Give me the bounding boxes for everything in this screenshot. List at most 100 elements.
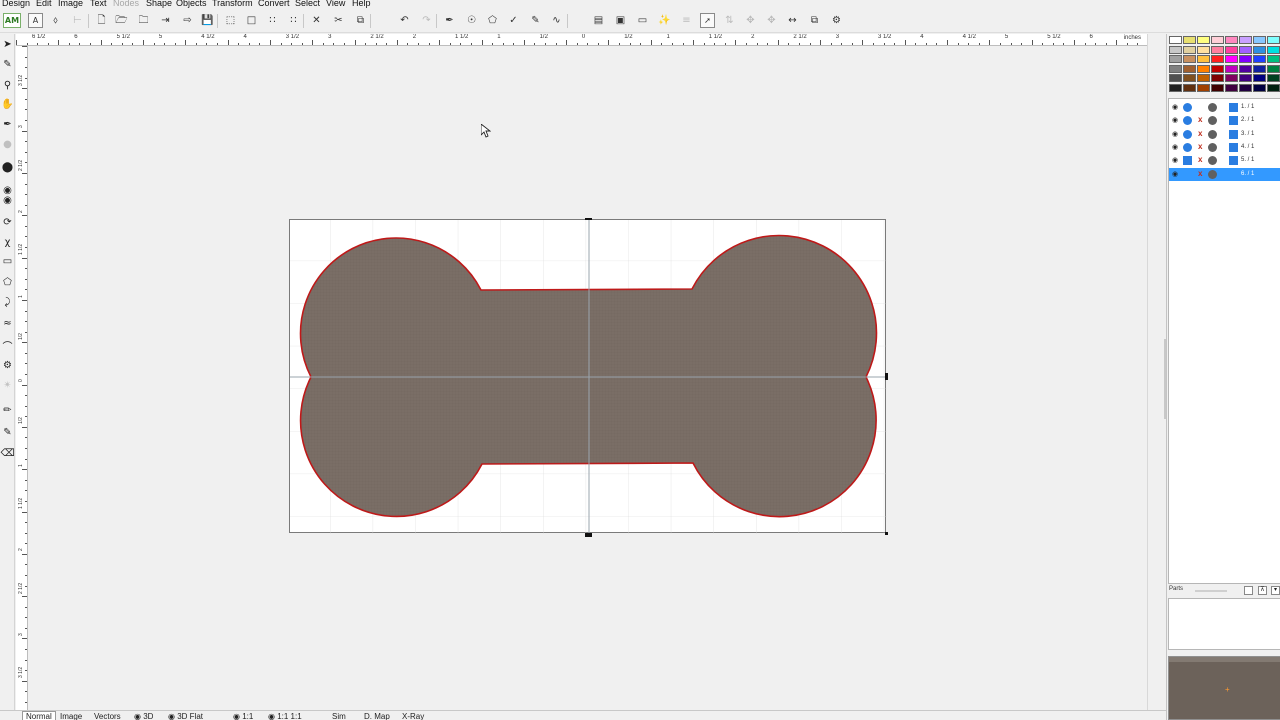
palette-swatch[interactable] <box>1225 74 1238 82</box>
copy-icon[interactable]: ⧉ <box>353 13 368 28</box>
palette-swatch[interactable] <box>1211 64 1224 73</box>
mirror-tool-icon[interactable]: χ <box>1 236 14 249</box>
layer-row[interactable]: ◉ 1. / 1 <box>1169 101 1280 114</box>
layer-row[interactable]: ◉ x 4. / 1 <box>1169 141 1280 154</box>
bezier-tool-icon[interactable]: ✒ <box>1 118 14 131</box>
design-canvas[interactable] <box>29 47 1147 710</box>
palette-swatch[interactable] <box>1225 45 1238 54</box>
paint-tool-icon[interactable]: ✎ <box>1 426 14 439</box>
rotate-tool-icon[interactable]: ⟳ <box>1 216 14 229</box>
vector-text-icon[interactable]: ⬨ <box>48 13 63 28</box>
palette-swatch[interactable] <box>1183 83 1196 92</box>
parts-slider[interactable] <box>1195 590 1227 592</box>
select-arrow-icon[interactable]: ➤ <box>1 38 14 51</box>
view-tab-1-1-1-1[interactable]: ◉ 1:1 1:1 <box>268 712 302 720</box>
zoom-tool-icon[interactable]: ⚲ <box>1 79 14 92</box>
palette-swatch[interactable] <box>1197 45 1210 54</box>
visibility-eye-icon[interactable]: ◉ <box>1172 116 1178 125</box>
fill-tool-icon[interactable]: ⬤ <box>1 161 14 174</box>
palette-swatch[interactable] <box>1169 36 1182 44</box>
palette-swatch[interactable] <box>1197 36 1210 44</box>
layer-settings-icon[interactable] <box>1208 116 1217 126</box>
edit-path-icon[interactable]: ✎ <box>528 13 543 28</box>
magic-wand-icon[interactable]: ✨ <box>657 13 672 28</box>
palette-swatch[interactable] <box>1197 83 1210 92</box>
palette-swatch[interactable] <box>1169 45 1182 54</box>
canvas-vertical-scrollbar[interactable] <box>1147 34 1166 710</box>
palette-swatch[interactable] <box>1183 36 1196 44</box>
palette-swatch[interactable] <box>1253 45 1266 54</box>
view-tab-d-map[interactable]: D. Map <box>364 712 390 720</box>
layer-color-chip[interactable] <box>1229 129 1238 139</box>
palette-swatch[interactable] <box>1253 36 1266 44</box>
rectangle-tool-icon[interactable]: ▭ <box>1 255 14 268</box>
visibility-eye-icon[interactable]: ◉ <box>1172 130 1178 139</box>
palette-swatch[interactable] <box>1267 74 1280 82</box>
zigzag-tool-icon[interactable]: ≈ <box>1 317 14 330</box>
page-icon[interactable]: ▭ <box>635 13 650 28</box>
pen-tool-icon[interactable]: ✒ <box>442 13 457 28</box>
layer-color-chip[interactable] <box>1229 142 1238 152</box>
menu-item-text[interactable]: Text <box>90 0 107 8</box>
palette-swatch[interactable] <box>1225 83 1238 92</box>
new-document-icon[interactable]: 🗋 <box>94 13 109 28</box>
node-edit-button[interactable]: ➚ <box>700 13 715 28</box>
curve-tool-icon[interactable]: ⤸ <box>1 296 14 309</box>
palette-swatch[interactable] <box>1183 74 1196 82</box>
exclude-icon[interactable]: x <box>1198 129 1202 138</box>
layer-color-chip[interactable] <box>1229 156 1238 166</box>
open-document-icon[interactable]: 🗁 <box>114 13 129 28</box>
menu-item-edit[interactable]: Edit <box>36 0 52 8</box>
layer-settings-icon[interactable] <box>1208 156 1217 166</box>
node-edit-tool-icon[interactable]: ✎ <box>1 58 14 71</box>
transform-select-icon[interactable]: ∷ <box>286 13 301 28</box>
cut-icon[interactable]: ✂ <box>331 13 346 28</box>
palette-swatch[interactable] <box>1211 74 1224 82</box>
palette-swatch[interactable] <box>1197 64 1210 73</box>
import-icon[interactable]: ⇥ <box>158 13 173 28</box>
palette-swatch[interactable] <box>1211 45 1224 54</box>
layer-row[interactable]: ◉ x 3. / 1 <box>1169 128 1280 141</box>
select-all-icon[interactable]: ⬚ <box>223 13 238 28</box>
dimension-icon[interactable]: ↔ <box>785 13 800 28</box>
settings-gear-icon[interactable]: ⚙ <box>829 13 844 28</box>
exclude-icon[interactable]: x <box>1198 115 1202 124</box>
palette-swatch[interactable] <box>1239 83 1252 92</box>
parts-checkbox[interactable] <box>1244 586 1253 595</box>
text-tool-button[interactable]: A <box>28 13 43 28</box>
visibility-eye-icon[interactable]: ◉ <box>1172 103 1178 112</box>
palette-swatch[interactable] <box>1183 64 1196 73</box>
layer-row[interactable]: ◉ x 5. / 1 <box>1169 154 1280 167</box>
layer-settings-icon[interactable] <box>1208 129 1217 139</box>
selection-handle-corner[interactable] <box>885 532 888 535</box>
fit-view-icon[interactable]: ▣ <box>613 13 628 28</box>
layer-settings-icon[interactable] <box>1208 103 1217 112</box>
duplicate-icon[interactable]: ⧉ <box>807 13 822 28</box>
visibility-eye-icon[interactable]: ◉ <box>1172 170 1178 179</box>
open-recent-icon[interactable]: 🗀 <box>136 13 151 28</box>
view-tab-3d[interactable]: ◉ 3D <box>134 712 153 720</box>
polygon-tool-icon[interactable]: ⬠ <box>1 276 14 289</box>
shape-tool-icon[interactable]: ⬠ <box>485 13 500 28</box>
palette-swatch[interactable] <box>1211 55 1224 63</box>
palette-swatch[interactable] <box>1239 45 1252 54</box>
palette-swatch[interactable] <box>1225 64 1238 73</box>
view-tab-image[interactable]: Image <box>60 712 82 720</box>
palette-swatch[interactable] <box>1197 55 1210 63</box>
view-tab-x-ray[interactable]: X-Ray <box>402 712 424 720</box>
pan-tool-icon[interactable]: ✋ <box>1 98 14 111</box>
palette-swatch[interactable] <box>1169 83 1182 92</box>
palette-swatch[interactable] <box>1211 36 1224 44</box>
palette-swatch[interactable] <box>1169 64 1182 73</box>
palette-swatch[interactable] <box>1239 74 1252 82</box>
palette-swatch[interactable] <box>1267 64 1280 73</box>
stamp-tool-icon[interactable]: ⚙ <box>1 359 14 372</box>
export-icon[interactable]: ⇨ <box>180 13 195 28</box>
node-select-icon[interactable]: ∷ <box>265 13 280 28</box>
arc-tool-icon[interactable]: ⌒ <box>1 339 14 353</box>
view-tab-sim[interactable]: Sim <box>332 712 346 720</box>
visibility-eye-icon[interactable]: ◉ <box>1172 143 1178 152</box>
menu-item-shape[interactable]: Shape <box>146 0 172 8</box>
exclude-icon[interactable]: x <box>1198 169 1202 178</box>
palette-swatch[interactable] <box>1225 55 1238 63</box>
